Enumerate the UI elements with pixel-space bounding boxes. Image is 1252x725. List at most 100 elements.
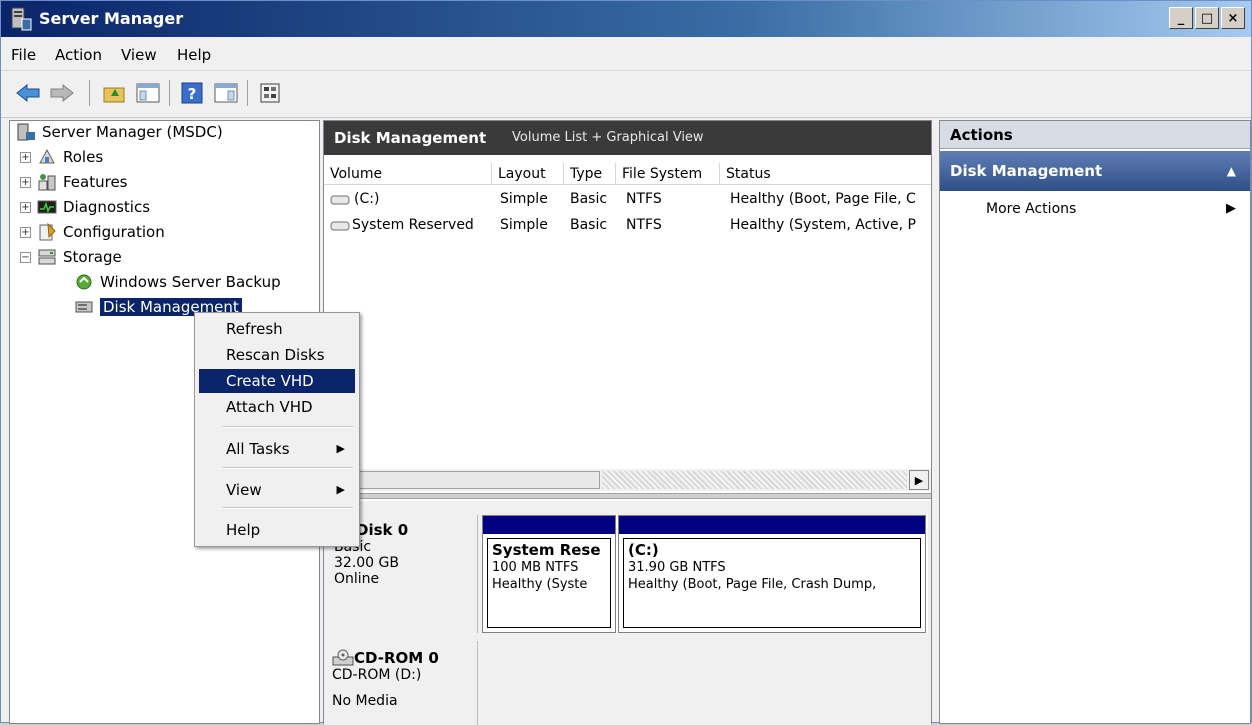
expand-icon[interactable]: +	[20, 226, 31, 238]
menu-item-rescan-disks[interactable]: Rescan Disks	[199, 343, 355, 367]
title-bar[interactable]: Server Manager _ □ ×	[1, 1, 1251, 37]
partition-size: 31.90 GB NTFS	[628, 560, 726, 575]
partition-system-reserved[interactable]: System Rese 100 MB NTFS Healthy (Syste	[482, 515, 616, 633]
expand-icon[interactable]: +	[20, 176, 31, 188]
disk-state: Online	[334, 571, 380, 587]
horizontal-scrollbar[interactable]: ▶	[324, 469, 931, 491]
graphical-view: Disk 0 Basic 32.00 GB Online System Rese…	[324, 501, 931, 725]
volume-file-system: NTFS	[626, 191, 662, 207]
diagnostics-icon	[37, 200, 57, 214]
expand-icon[interactable]: +	[20, 151, 31, 163]
tree-item-diagnostics[interactable]: + Diagnostics	[20, 198, 150, 216]
column-layout[interactable]: Layout	[492, 163, 564, 185]
cdrom-0-label[interactable]: CD-ROM 0 CD-ROM (D:) No Media	[328, 641, 478, 725]
menu-item-label: View	[226, 481, 262, 499]
disk-size: 32.00 GB	[334, 555, 399, 571]
back-icon[interactable]	[15, 80, 41, 106]
partition-name: (C:)	[628, 541, 659, 559]
menu-item-help[interactable]: Help	[199, 518, 355, 542]
pane-splitter[interactable]	[324, 493, 931, 499]
volume-type: Basic	[570, 217, 608, 233]
roles-icon	[39, 148, 55, 164]
volume-row[interactable]: (C:) Simple Basic NTFS Healthy (Boot, Pa…	[324, 189, 931, 211]
partition-c-drive[interactable]: (C:) 31.90 GB NTFS Healthy (Boot, Page F…	[618, 515, 926, 633]
expand-icon[interactable]: +	[20, 201, 31, 213]
menu-item-attach-vhd[interactable]: Attach VHD	[199, 395, 355, 419]
close-button[interactable]: ×	[1221, 7, 1245, 29]
partition-bar	[619, 516, 925, 534]
help-icon[interactable]: ?	[179, 80, 205, 106]
partition-size: 100 MB NTFS	[492, 560, 579, 575]
show-hide-action-pane-icon[interactable]	[213, 80, 239, 106]
tree-item-label: Roles	[63, 148, 104, 166]
drive-icon	[330, 195, 350, 205]
volume-name: (C:)	[354, 191, 380, 207]
menu-help[interactable]: Help	[177, 46, 211, 64]
volume-row[interactable]: System Reserved Simple Basic NTFS Health…	[324, 215, 931, 237]
menu-item-view[interactable]: View ▶	[199, 478, 355, 502]
column-file-system[interactable]: File System	[616, 163, 720, 185]
submenu-arrow-icon[interactable]: ▶	[1226, 201, 1236, 216]
drive-icon	[330, 221, 350, 231]
scroll-right-arrow-icon[interactable]: ▶	[909, 470, 929, 490]
tree-item-label: Storage	[63, 248, 122, 266]
menu-action[interactable]: Action	[55, 46, 102, 64]
tree-item-roles[interactable]: + Roles	[20, 148, 103, 166]
tree-item-configuration[interactable]: + Configuration	[20, 223, 165, 241]
toolbar: ?	[1, 72, 1251, 118]
server-icon	[17, 123, 35, 141]
show-hide-tree-icon[interactable]	[135, 80, 161, 106]
configuration-icon	[39, 223, 56, 241]
partition-status: Healthy (Syste	[492, 577, 588, 592]
tree-item-windows-server-backup[interactable]: Windows Server Backup	[74, 273, 281, 291]
column-status[interactable]: Status	[720, 163, 931, 185]
menu-item-refresh[interactable]: Refresh	[199, 317, 355, 341]
caption-buttons: _ □ ×	[1169, 7, 1245, 29]
menu-item-label: All Tasks	[226, 440, 290, 458]
pane-title: Disk Management	[334, 129, 487, 147]
tree-item-label: Windows Server Backup	[100, 273, 281, 291]
menu-item-label: Help	[226, 521, 261, 539]
properties-icon[interactable]	[257, 80, 283, 106]
backup-icon	[76, 274, 92, 290]
partition-bar	[483, 516, 615, 534]
more-actions-item[interactable]: More Actions	[986, 201, 1076, 217]
disk-management-icon	[75, 301, 93, 313]
collapse-icon[interactable]: −	[20, 251, 31, 263]
actions-pane: Actions Disk Management ▲ More Actions ▶	[939, 120, 1251, 724]
menu-item-all-tasks[interactable]: All Tasks ▶	[199, 437, 355, 461]
cdrom-icon	[332, 649, 354, 666]
actions-section-disk-management[interactable]: Disk Management ▲	[940, 151, 1250, 191]
tree-root-server-manager[interactable]: Server Manager (MSDC)	[16, 123, 223, 141]
up-folder-icon[interactable]	[101, 80, 127, 106]
menu-view[interactable]: View	[121, 46, 157, 64]
storage-icon	[38, 249, 56, 265]
volume-list-header: Volume Layout Type File System Status	[324, 163, 931, 185]
forward-icon[interactable]	[49, 80, 75, 106]
column-volume[interactable]: Volume	[324, 163, 492, 185]
server-manager-window: Server Manager _ □ × File Action View He…	[0, 0, 1252, 725]
scrollbar-track[interactable]	[602, 471, 907, 489]
minimize-button[interactable]: _	[1169, 7, 1193, 29]
submenu-arrow-icon: ▶	[336, 442, 345, 455]
toolbar-separator	[247, 80, 248, 106]
menu-item-label: Create VHD	[226, 372, 314, 390]
column-type[interactable]: Type	[564, 163, 616, 185]
tree-item-label: Diagnostics	[63, 198, 151, 216]
maximize-button[interactable]: □	[1195, 7, 1219, 29]
pane-header: Disk Management Volume List + Graphical …	[324, 121, 931, 155]
menu-file[interactable]: File	[11, 46, 36, 64]
volume-status: Healthy (Boot, Page File, C	[730, 191, 916, 207]
menu-item-label: Rescan Disks	[226, 346, 325, 364]
context-menu: Refresh Rescan Disks Create VHD Attach V…	[194, 312, 360, 547]
volume-file-system: NTFS	[626, 217, 662, 233]
tree-item-features[interactable]: + Features	[20, 173, 128, 191]
scrollbar-thumb[interactable]	[326, 471, 600, 489]
menu-item-create-vhd[interactable]: Create VHD	[199, 369, 355, 393]
collapse-caret-icon[interactable]: ▲	[1227, 164, 1236, 178]
cdrom-0-area	[482, 641, 928, 725]
menu-item-label: Refresh	[226, 320, 283, 338]
actions-header: Actions	[940, 121, 1250, 149]
submenu-arrow-icon: ▶	[336, 483, 345, 496]
tree-item-storage[interactable]: − Storage	[20, 248, 122, 266]
